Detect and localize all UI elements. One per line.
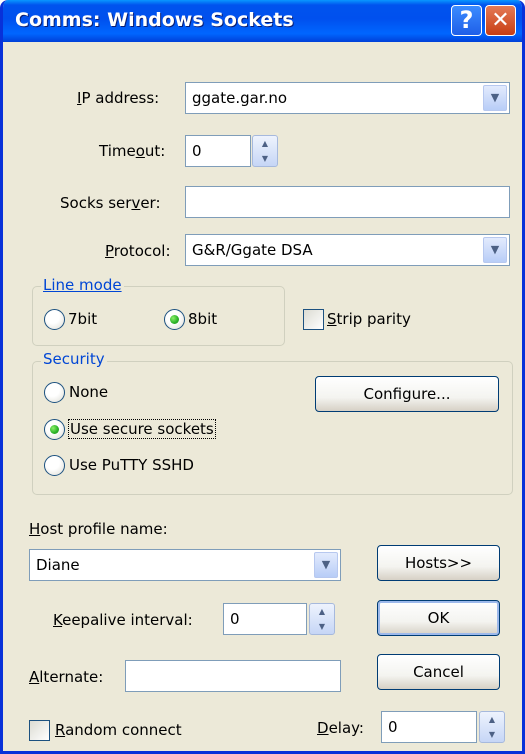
radio-security-secure-label: Use secure sockets <box>68 419 216 439</box>
ok-button[interactable]: OK <box>377 600 500 636</box>
protocol-dropdown-arrow[interactable]: ▼ <box>483 237 507 263</box>
protocol-combo[interactable]: G&R/Ggate DSA ▼ <box>185 234 510 266</box>
ip-address-value: ggate.gar.no <box>192 89 288 107</box>
chevron-down-icon: ▼ <box>490 91 500 104</box>
spin-up-icon[interactable]: ▲ <box>480 712 504 727</box>
alternate-input[interactable] <box>125 660 341 692</box>
radio-8bit[interactable] <box>164 309 185 330</box>
radio-7bit-label: 7bit <box>68 310 98 328</box>
random-connect-checkbox[interactable] <box>29 720 50 741</box>
delay-value: 0 <box>388 718 398 736</box>
alternate-label: Alternate: <box>29 668 104 686</box>
spin-down-icon[interactable]: ▼ <box>480 727 504 742</box>
radio-8bit-label: 8bit <box>188 310 218 328</box>
timeout-input[interactable]: 0 <box>185 135 251 167</box>
radio-security-putty-label: Use PuTTY SSHD <box>69 456 194 474</box>
radio-security-none[interactable] <box>44 382 65 403</box>
strip-parity-checkbox[interactable] <box>303 309 324 330</box>
spin-down-icon[interactable]: ▼ <box>310 619 334 634</box>
keepalive-stepper[interactable]: ▲ ▼ <box>309 603 335 635</box>
close-button[interactable]: ✕ <box>485 5 516 36</box>
protocol-label: Protocol: <box>105 242 171 260</box>
host-profile-value: Diane <box>36 556 80 574</box>
ip-address-label: IP address: <box>77 89 160 107</box>
timeout-value: 0 <box>192 142 202 160</box>
host-profile-dropdown-arrow[interactable]: ▼ <box>314 552 338 578</box>
chevron-down-icon: ▼ <box>321 558 331 571</box>
help-icon: ? <box>459 6 474 34</box>
keepalive-label: Keepalive interval: <box>53 611 193 629</box>
chevron-down-icon: ▼ <box>490 243 500 256</box>
delay-label: Delay: <box>317 719 364 737</box>
security-title: Security <box>41 350 107 368</box>
close-icon: ✕ <box>491 8 510 33</box>
host-profile-label: Host profile name: <box>29 520 168 538</box>
spin-up-icon[interactable]: ▲ <box>310 604 334 619</box>
radio-security-putty[interactable] <box>44 455 65 476</box>
keepalive-input[interactable]: 0 <box>223 603 307 635</box>
spin-down-icon[interactable]: ▼ <box>253 151 277 166</box>
socks-server-input[interactable] <box>185 186 510 218</box>
line-mode-title: Line mode <box>41 276 124 294</box>
delay-stepper[interactable]: ▲ ▼ <box>479 711 505 743</box>
radio-7bit[interactable] <box>44 309 65 330</box>
keepalive-value: 0 <box>230 610 240 628</box>
delay-input[interactable]: 0 <box>381 711 477 743</box>
help-button[interactable]: ? <box>451 5 482 36</box>
timeout-stepper[interactable]: ▲ ▼ <box>252 135 278 167</box>
random-connect-label: Random connect <box>55 721 182 739</box>
spin-up-icon[interactable]: ▲ <box>253 136 277 151</box>
strip-parity-label: Strip parity <box>327 310 411 328</box>
timeout-label: Timeout: <box>99 142 166 160</box>
ip-address-combo[interactable]: ggate.gar.no ▼ <box>185 82 510 114</box>
title-bar[interactable]: Comms: Windows Sockets ? ✕ <box>3 0 522 42</box>
dialog-window: Comms: Windows Sockets ? ✕ IP address: g… <box>0 0 525 754</box>
radio-security-secure[interactable] <box>44 419 65 440</box>
configure-button[interactable]: Configure... <box>315 376 499 412</box>
host-profile-combo[interactable]: Diane ▼ <box>29 549 341 581</box>
socks-server-label: Socks server: <box>60 194 161 212</box>
window-title: Comms: Windows Sockets <box>15 9 294 31</box>
cancel-button[interactable]: Cancel <box>377 654 500 690</box>
hosts-button[interactable]: Hosts>> <box>377 545 500 581</box>
radio-security-none-label: None <box>69 383 109 401</box>
protocol-value: G&R/Ggate DSA <box>192 241 313 259</box>
ip-address-dropdown-arrow[interactable]: ▼ <box>483 85 507 111</box>
